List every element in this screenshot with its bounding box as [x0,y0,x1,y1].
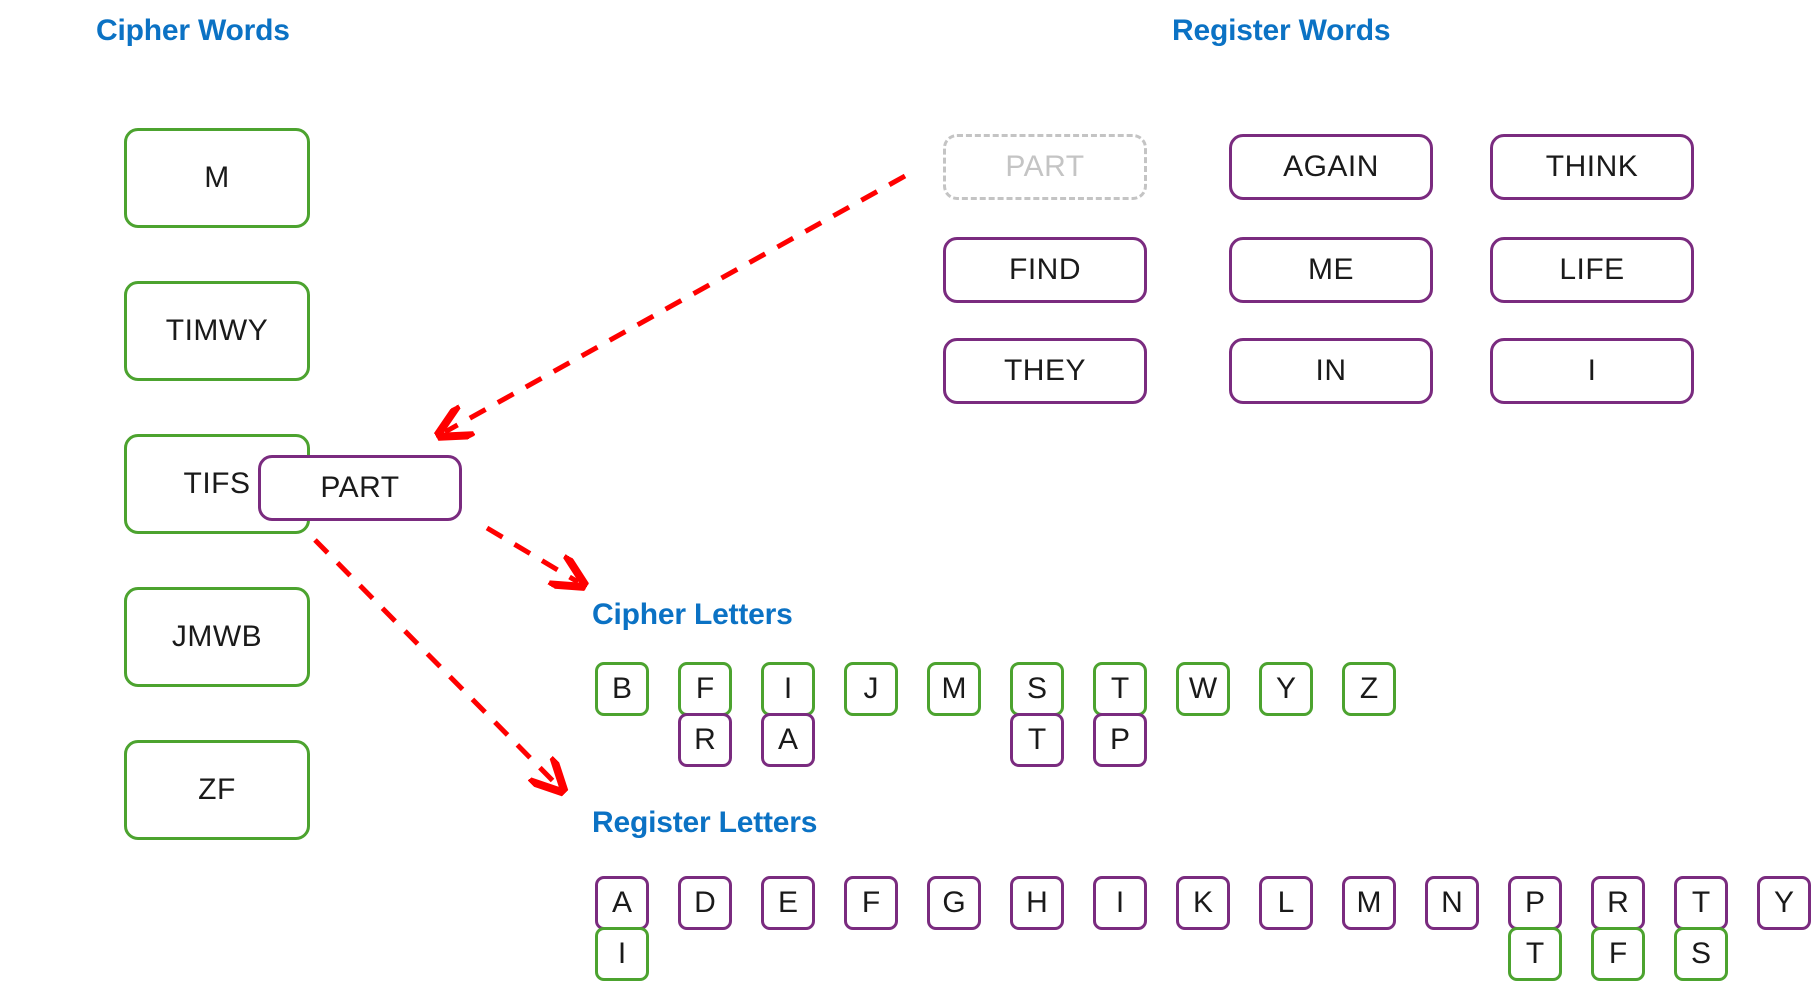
cipher-word-card[interactable]: M [124,128,310,228]
cipher-words-heading: Cipher Words [96,14,290,47]
cipher-letter-mapping[interactable]: R [678,713,732,767]
cipher-word-card[interactable]: JMWB [124,587,310,687]
cipher-letter-tile[interactable]: M [927,662,981,716]
cipher-letters-heading: Cipher Letters [592,598,793,631]
register-word-card[interactable]: THINK [1490,134,1694,200]
register-word-card[interactable]: THEY [943,338,1147,404]
register-letter-mapping[interactable]: F [1591,927,1645,981]
arrow-to-register-letters [313,538,558,786]
register-word-card[interactable]: I [1490,338,1694,404]
cipher-letter-tile[interactable]: W [1176,662,1230,716]
register-word-card[interactable]: LIFE [1490,237,1694,303]
register-letter-tile[interactable]: P [1508,876,1562,930]
register-letter-tile[interactable]: R [1591,876,1645,930]
register-letter-tile[interactable]: D [678,876,732,930]
cipher-letter-mapping[interactable]: A [761,713,815,767]
register-letter-tile[interactable]: T [1674,876,1728,930]
register-letter-tile[interactable]: G [927,876,981,930]
register-word-slot-empty[interactable]: PART [943,134,1147,200]
register-word-card[interactable]: IN [1229,338,1433,404]
register-letter-tile[interactable]: K [1176,876,1230,930]
register-letter-tile[interactable]: A [595,876,649,930]
cipher-letter-tile[interactable]: Y [1259,662,1313,716]
register-word-card[interactable]: AGAIN [1229,134,1433,200]
register-word-card[interactable]: FIND [943,237,1147,303]
register-letter-tile[interactable]: M [1342,876,1396,930]
dragged-register-word-part[interactable]: PART [258,455,462,521]
register-letter-mapping[interactable]: I [595,927,649,981]
register-letter-tile[interactable]: H [1010,876,1064,930]
cipher-letter-tile[interactable]: J [844,662,898,716]
cipher-letter-tile[interactable]: S [1010,662,1064,716]
cipher-letter-tile[interactable]: F [678,662,732,716]
cipher-word-card[interactable]: TIMWY [124,281,310,381]
cipher-letter-tile[interactable]: Z [1342,662,1396,716]
cipher-letter-tile[interactable]: T [1093,662,1147,716]
register-letter-tile[interactable]: Y [1757,876,1811,930]
arrow-to-register-slot [445,173,907,432]
cipher-letter-tile[interactable]: B [595,662,649,716]
register-letter-mapping[interactable]: T [1508,927,1562,981]
register-letter-tile[interactable]: N [1425,876,1479,930]
register-letter-tile[interactable]: I [1093,876,1147,930]
register-letter-tile[interactable]: F [844,876,898,930]
register-letter-tile[interactable]: E [761,876,815,930]
register-letters-heading: Register Letters [592,806,818,839]
register-letter-tile[interactable]: L [1259,876,1313,930]
arrow-to-cipher-letters [485,525,578,582]
cipher-letter-mapping[interactable]: P [1093,713,1147,767]
register-words-heading: Register Words [1172,14,1391,47]
register-letter-mapping[interactable]: S [1674,927,1728,981]
cipher-word-card[interactable]: ZF [124,740,310,840]
register-word-card[interactable]: ME [1229,237,1433,303]
cipher-letter-mapping[interactable]: T [1010,713,1064,767]
cipher-letter-tile[interactable]: I [761,662,815,716]
